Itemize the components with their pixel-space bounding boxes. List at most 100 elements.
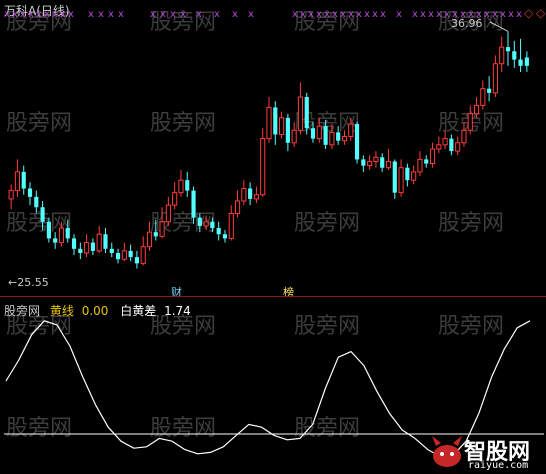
candle-body[interactable] (58, 227, 65, 244)
candle-body[interactable] (115, 252, 121, 260)
candle-body[interactable] (197, 217, 202, 226)
candle-body[interactable] (524, 57, 529, 66)
arrow-left-icon: ← (8, 276, 18, 289)
candle-body[interactable] (128, 250, 133, 258)
signal-marker: x (308, 9, 314, 20)
candle-body[interactable] (103, 234, 108, 249)
indicator-header: 股旁网 黄线 0.00 白黄差 1.74 (4, 302, 191, 319)
signal-marker: x (98, 9, 104, 20)
candle-body[interactable] (153, 232, 158, 237)
candle-body[interactable] (361, 159, 366, 166)
candle-body[interactable] (53, 238, 58, 243)
candle-body[interactable] (285, 117, 290, 143)
signal-marker: x (20, 9, 26, 20)
candle-body[interactable] (367, 160, 373, 167)
candle-body[interactable] (336, 132, 341, 141)
candle-body[interactable] (273, 107, 278, 135)
candle-body[interactable] (385, 160, 392, 169)
candle-body[interactable] (90, 242, 95, 251)
candle-body[interactable] (46, 221, 51, 239)
candle-body[interactable] (222, 234, 228, 239)
high-price-label: 36.96 (451, 17, 483, 30)
candle-body[interactable] (216, 228, 221, 235)
candle-body[interactable] (480, 88, 486, 106)
kline-panel[interactable] (0, 0, 546, 296)
candle-body[interactable] (380, 157, 385, 168)
candle-body[interactable] (424, 159, 429, 164)
candle-body[interactable] (473, 104, 480, 115)
candle-body[interactable] (14, 171, 21, 192)
signal-marker: x (428, 9, 434, 20)
candle-body[interactable] (27, 188, 33, 197)
candle-body[interactable] (405, 167, 410, 181)
candle-body[interactable] (505, 47, 511, 52)
candle-body[interactable] (449, 138, 454, 152)
candle-body[interactable] (310, 128, 316, 139)
candle-body[interactable] (241, 188, 247, 202)
candle-body[interactable] (178, 179, 184, 194)
candle-body[interactable] (461, 129, 467, 144)
candle-body[interactable] (417, 158, 423, 173)
candle-body[interactable] (172, 192, 178, 206)
signal-marker: x (12, 9, 18, 20)
candle-body[interactable] (279, 117, 285, 135)
candle-body[interactable] (134, 257, 140, 264)
candle-body[interactable] (348, 123, 354, 138)
candle-body[interactable] (518, 59, 523, 66)
signal-marker: x (292, 9, 298, 20)
candle-body[interactable] (165, 204, 171, 223)
candle-body[interactable] (323, 126, 328, 145)
candle-body[interactable] (487, 88, 492, 93)
candle-body[interactable] (341, 136, 348, 142)
candle-body[interactable] (260, 138, 266, 196)
candle-body[interactable] (109, 248, 114, 253)
candle-body[interactable] (398, 167, 404, 194)
candle-body[interactable] (291, 129, 297, 144)
panel-divider[interactable] (0, 296, 546, 297)
signal-marker: x (300, 9, 306, 20)
candle-body[interactable] (84, 242, 90, 254)
candle-body[interactable] (121, 250, 127, 260)
signal-marker: x (214, 9, 220, 20)
candle-body[interactable] (78, 248, 83, 253)
candle-body[interactable] (499, 46, 505, 65)
candle-body[interactable] (40, 207, 45, 222)
candle-body[interactable] (442, 138, 448, 146)
candle-body[interactable] (8, 190, 14, 200)
signal-marker: x (4, 9, 10, 20)
candle-body[interactable] (429, 148, 436, 165)
candle-body[interactable] (191, 190, 196, 218)
candle-body[interactable] (436, 144, 442, 150)
candle-body[interactable] (467, 113, 473, 131)
candle-body[interactable] (329, 131, 335, 146)
candle-body[interactable] (392, 161, 397, 193)
candle-body[interactable] (21, 171, 26, 189)
candle-body[interactable] (354, 124, 360, 160)
candle-body[interactable] (228, 212, 234, 239)
candle-body[interactable] (248, 188, 253, 199)
candle-body[interactable] (159, 221, 165, 237)
candle-body[interactable] (203, 221, 209, 227)
candle-body[interactable] (146, 231, 153, 248)
signal-marker: x (170, 9, 176, 20)
candle-body[interactable] (316, 125, 322, 140)
candle-body[interactable] (71, 238, 77, 249)
candle-body[interactable] (455, 142, 461, 152)
candle-body[interactable] (34, 196, 39, 208)
candle-body[interactable] (373, 156, 379, 162)
candle-body[interactable] (234, 200, 241, 214)
candle-body[interactable] (65, 228, 70, 239)
candle-body[interactable] (304, 97, 309, 129)
candle-body[interactable] (266, 106, 272, 140)
signal-marker: x (348, 9, 354, 20)
candle-body[interactable] (253, 194, 259, 200)
signal-marker: x (444, 9, 450, 20)
candle-body[interactable] (140, 246, 146, 264)
candle-body[interactable] (411, 171, 417, 181)
candle-body[interactable] (492, 63, 498, 94)
candle-body[interactable] (96, 233, 102, 252)
candle-body[interactable] (210, 221, 215, 229)
candle-body[interactable] (512, 51, 517, 60)
candle-body[interactable] (185, 180, 190, 191)
candle-body[interactable] (297, 96, 304, 131)
